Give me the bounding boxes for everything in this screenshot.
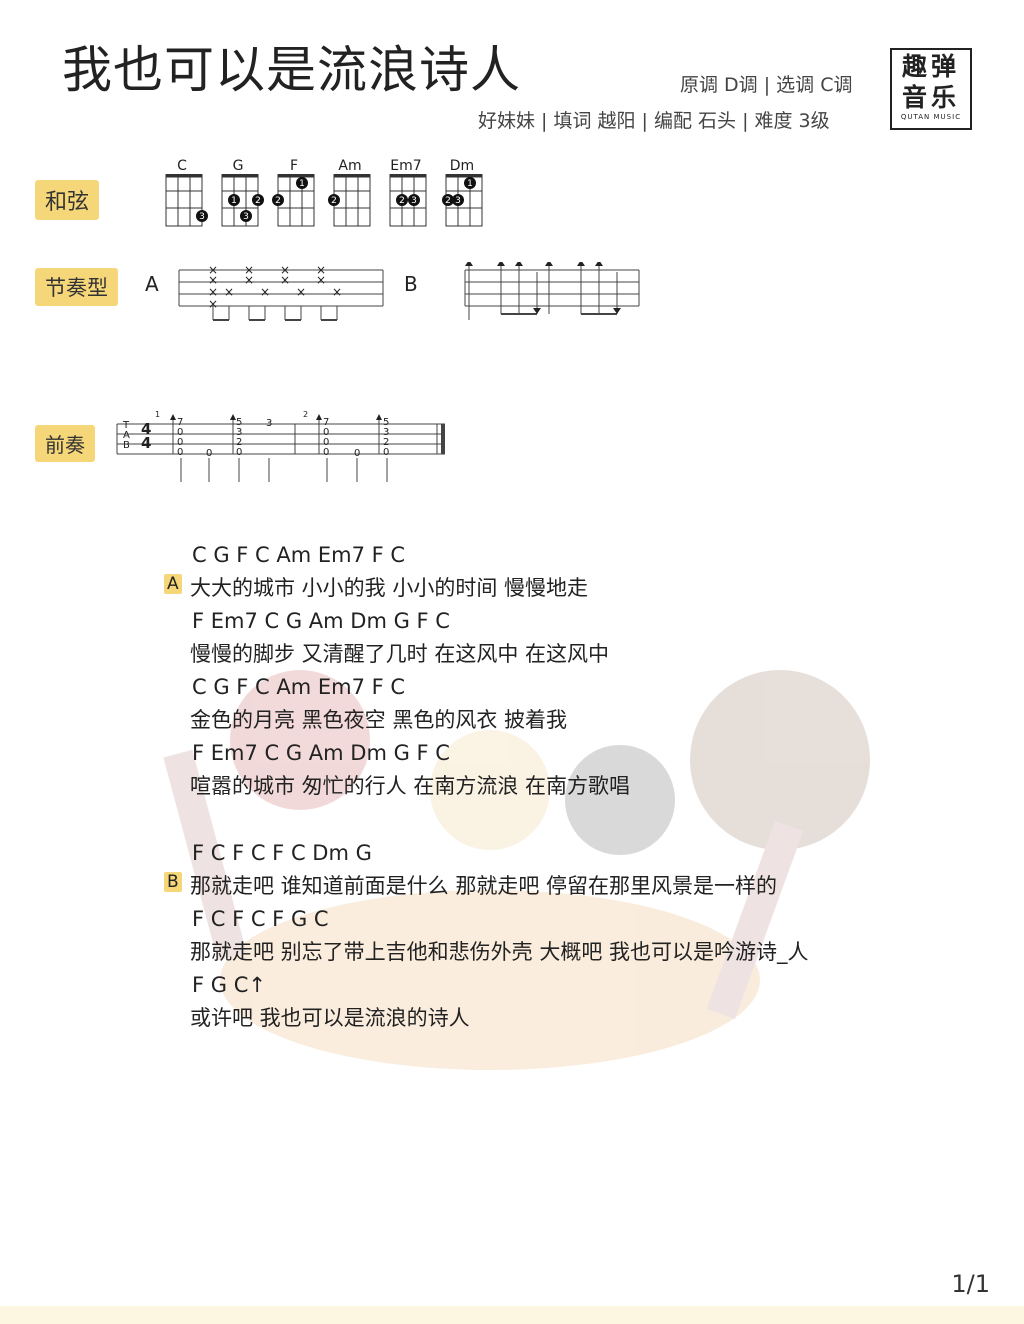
chord-line-2: F Em7 C G Am Dm G F C [192,609,450,633]
lyric-line-5: 那就走吧 谁知道前面是什么 那就走吧 停留在那里风景是一样的 [190,874,778,898]
fret-col6: 0 [354,448,361,459]
chord-line-7: F G C↑ [192,973,266,997]
rhythm-label: 节奏型 [35,268,118,306]
svg-text:×: × [260,285,270,299]
chord-line-6: F C F C F G C [192,907,329,931]
svg-text:3: 3 [411,196,417,206]
logo-sub: QUTAN MUSIC [900,113,962,121]
chord-name-am: Am [338,158,362,174]
svg-text:×: × [280,273,290,287]
svg-text:2: 2 [331,196,337,206]
time-signature: 4 4 [141,420,152,452]
chord-name-c: C [177,158,187,174]
lyric-line-3: 金色的月亮 黑色夜空 黑色的风衣 披着我 [190,708,568,732]
section-b-marker: B [164,872,182,892]
tab-clef: T A B [123,420,130,451]
svg-text:×: × [316,273,326,287]
key-info: 原调 D调 | 选调 C调 [680,74,853,96]
logo-line1: 趣弹 [901,52,960,81]
svg-text:×: × [296,285,306,299]
svg-text:×: × [224,285,234,299]
logo: 趣弹 音乐 QUTAN MUSIC [890,48,972,130]
svg-text:3: 3 [455,196,461,206]
fret-col2: 0 [206,448,213,459]
svg-text:1: 1 [467,179,473,189]
rhythm-patterns: ×××× × ××× ××× ××× [178,262,640,321]
lyric-line-7: 或许吧 我也可以是流浪的诗人 [190,1006,470,1030]
chord-line-3: C G F C Am Em7 F C [192,675,406,699]
lyric-line-1: 大大的城市 小小的我 小小的时间 慢慢地走 [190,576,589,600]
svg-text:2: 2 [445,196,451,206]
chord-name-em7: Em7 [390,158,422,174]
svg-text:2: 2 [275,196,281,206]
measure-1: 1 [155,410,161,419]
fret-col1: 7000 [177,417,184,458]
lyric-line-6: 那就走吧 别忘了带上吉他和悲伤外壳 大概吧 我也可以是吟游诗_人 [190,940,809,964]
svg-text:×: × [332,285,342,299]
lyric-line-4: 喧嚣的城市 匆忙的行人 在南方流浪 在南方歌唱 [190,774,631,798]
chord-line-4: F Em7 C G Am Dm G F C [192,741,450,765]
fret-col7: 5320 [383,417,390,458]
svg-text:2: 2 [399,196,405,206]
lyric-line-2: 慢慢的脚步 又清醒了几时 在这风中 在这风中 [190,642,610,666]
svg-text:2: 2 [255,196,261,206]
svg-text:1: 1 [231,196,237,206]
chord-line-1: C G F C Am Em7 F C [192,543,406,567]
fret-col5: 7000 [323,417,330,458]
chord-grids: 3 1 2 3 1 2 2 2 3 1 2 3 [165,174,483,227]
fret-col3: 5320 [236,417,243,458]
svg-text:×: × [208,297,218,311]
svg-text:×: × [244,273,254,287]
credits: 好妹妹 | 填词 越阳 | 编配 石头 | 难度 3级 [478,110,830,132]
chord-name-dm: Dm [449,158,475,174]
bottom-band [0,1306,1024,1324]
section-a-marker: A [164,574,182,594]
logo-line2: 音乐 [901,83,960,112]
page-number: 1/1 [951,1270,990,1298]
chord-line-5: F C F C F C Dm G [192,841,372,865]
intro-label: 前奏 [35,425,95,462]
svg-text:3: 3 [199,212,205,222]
chord-name-g: G [232,158,244,174]
measure-2: 2 [303,410,309,419]
svg-text:3: 3 [243,212,249,222]
svg-text:1: 1 [299,179,305,189]
rhythm-a-label: A [145,272,159,296]
fret-col4: 3 [266,418,273,429]
song-title: 我也可以是流浪诗人 [62,41,521,99]
tab-staff [116,414,445,482]
chords-label: 和弦 [35,180,100,220]
chord-name-f: F [289,158,299,174]
